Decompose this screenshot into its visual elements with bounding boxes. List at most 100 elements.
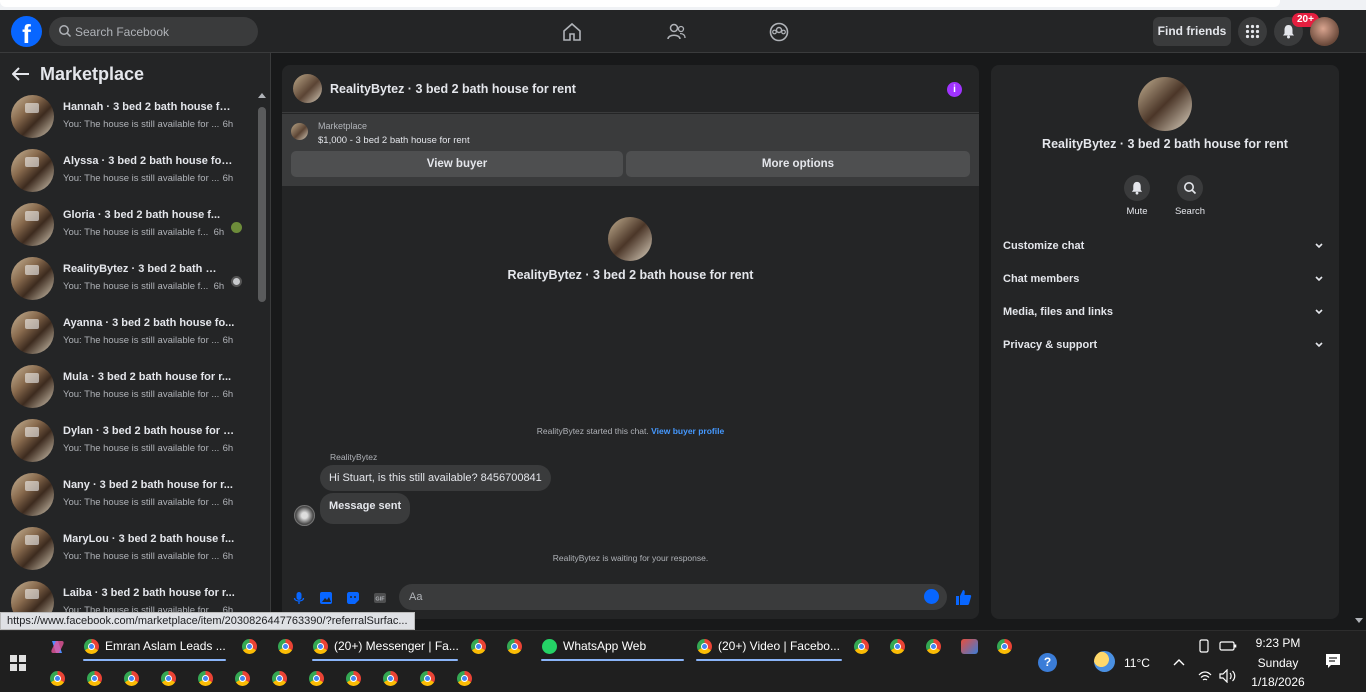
chrome-icon[interactable] xyxy=(272,671,287,686)
wifi-icon[interactable] xyxy=(1198,670,1212,682)
taskbar-app-whatsapp[interactable]: WhatsApp Web xyxy=(541,633,684,661)
emoji-icon[interactable] xyxy=(924,589,939,604)
conversation-item[interactable]: Alyssa · 3 bed 2 bath house for ... You:… xyxy=(0,149,255,203)
info-icon[interactable]: i xyxy=(947,82,962,97)
microphone-icon[interactable] xyxy=(292,591,306,605)
link-url-tooltip: https://www.facebook.com/marketplace/ite… xyxy=(0,612,415,630)
chrome-icon[interactable] xyxy=(198,671,213,686)
chat-title[interactable]: RealityBytez · 3 bed 2 bath house for re… xyxy=(330,82,576,96)
home-icon[interactable] xyxy=(561,21,583,43)
message-input[interactable]: Aa xyxy=(399,584,947,610)
chrome-icon[interactable] xyxy=(926,639,941,654)
page-scrollbar[interactable] xyxy=(1352,53,1366,630)
friends-icon[interactable] xyxy=(665,21,687,43)
windows-taskbar: Emran Aslam Leads ... (20+) Messenger | … xyxy=(0,630,1366,692)
facebook-logo-icon[interactable]: f xyxy=(11,16,42,47)
groups-icon[interactable] xyxy=(768,21,790,43)
chrome-icon[interactable] xyxy=(50,671,65,686)
taskbar-app-video[interactable]: (20+) Video | Facebo... xyxy=(696,633,842,661)
sidebar-scrollbar[interactable] xyxy=(257,93,267,630)
conversation-item[interactable]: Dylan · 3 bed 2 bath house for r... You:… xyxy=(0,419,255,473)
listing-thumbnail[interactable] xyxy=(291,123,308,140)
weather-icon[interactable] xyxy=(1094,651,1115,672)
chat-avatar[interactable] xyxy=(293,74,322,103)
clock-time[interactable]: 9:23 PM xyxy=(1246,636,1310,650)
thumbs-up-icon[interactable] xyxy=(955,589,972,606)
conversation-thumbnail xyxy=(11,311,54,354)
chrome-icon[interactable] xyxy=(854,639,869,654)
chrome-icon[interactable] xyxy=(507,639,522,654)
conversation-item[interactable]: Ayanna · 3 bed 2 bath house fo... You: T… xyxy=(0,311,255,365)
conversation-item[interactable]: Nany · 3 bed 2 bath house for r... You: … xyxy=(0,473,255,527)
clock-day[interactable]: Sunday xyxy=(1246,656,1310,670)
windows-start-icon[interactable] xyxy=(10,655,26,671)
chrome-icon[interactable] xyxy=(420,671,435,686)
conversation-list: Hannah · 3 bed 2 bath house fo... You: T… xyxy=(0,95,255,630)
conversation-thumbnail xyxy=(11,95,54,138)
menu-button[interactable] xyxy=(1238,17,1267,46)
chat-members-row[interactable]: Chat members xyxy=(1003,270,1327,290)
taskbar-app-chrome-leads[interactable]: Emran Aslam Leads ... xyxy=(83,633,226,661)
clock-date[interactable]: 1/18/2026 xyxy=(1246,675,1310,689)
taskbar-app-messenger[interactable]: (20+) Messenger | Fa... xyxy=(312,633,459,661)
chevron-down-icon xyxy=(1315,276,1323,282)
chrome-icon[interactable] xyxy=(278,639,293,654)
conversation-snippet: You: The house is still available for ..… xyxy=(63,443,220,454)
chrome-icon[interactable] xyxy=(309,671,324,686)
media-files-links-row[interactable]: Media, files and links xyxy=(1003,303,1327,323)
chrome-icon[interactable] xyxy=(242,639,257,654)
customize-chat-row[interactable]: Customize chat xyxy=(1003,237,1327,257)
scroll-down-icon[interactable] xyxy=(1355,618,1363,623)
conversation-name: MaryLou · 3 bed 2 bath house f... xyxy=(63,533,235,545)
help-icon[interactable]: ? xyxy=(1038,653,1057,672)
chrome-icon[interactable] xyxy=(346,671,361,686)
conversation-time: 6h xyxy=(222,389,234,400)
bell-icon xyxy=(1283,25,1294,39)
find-friends-button[interactable]: Find friends xyxy=(1153,17,1231,46)
view-buyer-button[interactable]: View buyer xyxy=(291,151,623,177)
app-icon[interactable] xyxy=(961,639,978,654)
scrollbar-thumb[interactable] xyxy=(258,107,266,302)
listing-price[interactable]: $1,000 - 3 bed 2 bath house for rent xyxy=(318,135,470,146)
sticker-icon[interactable] xyxy=(346,591,360,605)
chrome-icon[interactable] xyxy=(997,639,1012,654)
chrome-icon[interactable] xyxy=(457,671,472,686)
search-chat-button[interactable]: Search xyxy=(1165,175,1215,217)
mute-button[interactable]: Mute xyxy=(1112,175,1162,217)
conversation-info-panel: RealityBytez · 3 bed 2 bath house for re… xyxy=(991,65,1339,619)
mute-label: Mute xyxy=(1126,206,1148,217)
conversation-item[interactable]: Gloria · 3 bed 2 bath house f... You: Th… xyxy=(0,203,255,257)
conversation-thumbnail xyxy=(11,365,54,408)
conversation-item[interactable]: Mula · 3 bed 2 bath house for r... You: … xyxy=(0,365,255,419)
search-bar[interactable]: Search Facebook xyxy=(49,17,258,46)
copilot-icon[interactable] xyxy=(49,639,65,655)
device-icon[interactable] xyxy=(1198,639,1210,653)
conversation-time: 6h xyxy=(213,281,225,292)
privacy-support-row[interactable]: Privacy & support xyxy=(1003,336,1327,356)
photo-icon[interactable] xyxy=(319,591,333,605)
search-input[interactable]: Search Facebook xyxy=(75,25,169,39)
notification-center-icon[interactable] xyxy=(1325,653,1341,669)
temperature[interactable]: 11°C xyxy=(1124,656,1150,670)
conversation-item[interactable]: MaryLou · 3 bed 2 bath house f... You: T… xyxy=(0,527,255,581)
chrome-icon[interactable] xyxy=(87,671,102,686)
view-buyer-profile-link[interactable]: View buyer profile xyxy=(651,426,724,436)
gif-icon[interactable]: GIF xyxy=(373,591,387,605)
speaker-icon[interactable] xyxy=(1219,669,1237,683)
chrome-icon[interactable] xyxy=(383,671,398,686)
scroll-up-icon[interactable] xyxy=(258,93,266,98)
chrome-icon[interactable] xyxy=(235,671,250,686)
conversation-snippet: You: The house is still available for ..… xyxy=(63,335,220,346)
conversation-item[interactable]: RealityBytez · 3 bed 2 bath h... You: Th… xyxy=(0,257,255,311)
battery-icon[interactable] xyxy=(1219,641,1237,651)
chrome-icon[interactable] xyxy=(161,671,176,686)
chrome-icon[interactable] xyxy=(124,671,139,686)
more-options-button[interactable]: More options xyxy=(626,151,970,177)
marketplace-sidebar: Marketplace Hannah · 3 bed 2 bath house … xyxy=(0,53,271,630)
chrome-icon[interactable] xyxy=(890,639,905,654)
chrome-icon[interactable] xyxy=(471,639,486,654)
back-arrow-icon[interactable] xyxy=(12,67,30,81)
chevron-up-icon[interactable] xyxy=(1173,658,1185,666)
profile-avatar[interactable] xyxy=(1310,17,1339,46)
conversation-item[interactable]: Hannah · 3 bed 2 bath house fo... You: T… xyxy=(0,95,255,149)
